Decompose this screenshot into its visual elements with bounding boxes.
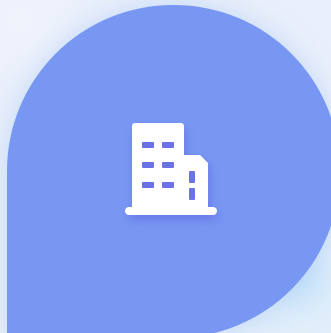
window — [162, 182, 174, 188]
building-base — [125, 207, 217, 215]
window — [162, 162, 174, 168]
building-icon — [125, 123, 217, 215]
window — [142, 182, 154, 188]
window — [142, 142, 154, 148]
window — [189, 188, 195, 200]
window — [142, 162, 154, 168]
building-icon-wrapper — [120, 118, 222, 220]
window — [189, 171, 195, 183]
window — [162, 142, 174, 148]
building-main-block — [132, 123, 184, 209]
